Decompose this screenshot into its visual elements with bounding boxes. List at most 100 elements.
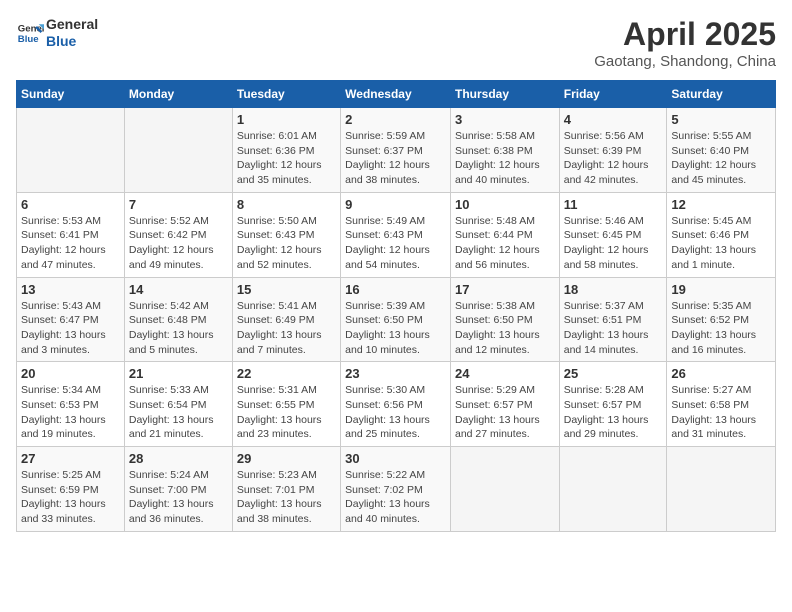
calendar-cell <box>559 447 667 532</box>
day-info: Sunrise: 5:48 AM Sunset: 6:44 PM Dayligh… <box>455 214 555 273</box>
calendar-cell: 4 Sunrise: 5:56 AM Sunset: 6:39 PM Daylig… <box>559 108 667 193</box>
day-info: Sunrise: 5:43 AM Sunset: 6:47 PM Dayligh… <box>21 299 120 358</box>
column-header-tuesday: Tuesday <box>232 81 340 108</box>
svg-text:Blue: Blue <box>18 34 39 45</box>
day-number: 26 <box>671 366 771 381</box>
calendar-cell: 26 Sunrise: 5:27 AM Sunset: 6:58 PM Dayli… <box>667 362 776 447</box>
logo: General Blue General Blue <box>16 16 98 50</box>
calendar-cell: 16Sunrise: 5:39 AM Sunset: 6:50 PM Dayli… <box>341 277 451 362</box>
day-info: Sunrise: 5:27 AM Sunset: 6:58 PM Dayligh… <box>671 383 771 442</box>
day-info: Sunrise: 5:38 AM Sunset: 6:50 PM Dayligh… <box>455 299 555 358</box>
day-info: Sunrise: 5:30 AM Sunset: 6:56 PM Dayligh… <box>345 383 446 442</box>
column-header-sunday: Sunday <box>17 81 125 108</box>
day-info: Sunrise: 5:56 AM Sunset: 6:39 PM Dayligh… <box>564 129 663 188</box>
day-number: 19 <box>671 282 771 297</box>
day-number: 20 <box>21 366 120 381</box>
day-number: 9 <box>345 197 446 212</box>
day-number: 30 <box>345 451 446 466</box>
day-number: 6 <box>21 197 120 212</box>
day-info: Sunrise: 5:33 AM Sunset: 6:54 PM Dayligh… <box>129 383 228 442</box>
column-header-thursday: Thursday <box>450 81 559 108</box>
day-number: 15 <box>237 282 336 297</box>
calendar-cell: 19 Sunrise: 5:35 AM Sunset: 6:52 PM Dayli… <box>667 277 776 362</box>
column-header-wednesday: Wednesday <box>341 81 451 108</box>
calendar-cell: 12Sunrise: 5:45 AM Sunset: 6:46 PM Dayli… <box>667 192 776 277</box>
day-info: Sunrise: 5:31 AM Sunset: 6:55 PM Dayligh… <box>237 383 336 442</box>
day-number: 27 <box>21 451 120 466</box>
calendar-cell <box>124 108 232 193</box>
day-number: 22 <box>237 366 336 381</box>
calendar-cell: 9 Sunrise: 5:49 AM Sunset: 6:43 PM Daylig… <box>341 192 451 277</box>
day-number: 16 <box>345 282 446 297</box>
day-number: 2 <box>345 112 446 127</box>
day-info: Sunrise: 5:53 AM Sunset: 6:41 PM Dayligh… <box>21 214 120 273</box>
day-info: Sunrise: 5:29 AM Sunset: 6:57 PM Dayligh… <box>455 383 555 442</box>
column-header-friday: Friday <box>559 81 667 108</box>
calendar-cell: 29 Sunrise: 5:23 AM Sunset: 7:01 PM Dayli… <box>232 447 340 532</box>
calendar-cell: 10Sunrise: 5:48 AM Sunset: 6:44 PM Dayli… <box>450 192 559 277</box>
day-number: 13 <box>21 282 120 297</box>
calendar-cell <box>17 108 125 193</box>
day-number: 8 <box>237 197 336 212</box>
day-info: Sunrise: 5:46 AM Sunset: 6:45 PM Dayligh… <box>564 214 663 273</box>
day-number: 29 <box>237 451 336 466</box>
day-info: Sunrise: 5:49 AM Sunset: 6:43 PM Dayligh… <box>345 214 446 273</box>
day-info: Sunrise: 5:22 AM Sunset: 7:02 PM Dayligh… <box>345 468 446 527</box>
day-number: 21 <box>129 366 228 381</box>
day-info: Sunrise: 5:35 AM Sunset: 6:52 PM Dayligh… <box>671 299 771 358</box>
calendar-week-4: 20 Sunrise: 5:34 AM Sunset: 6:53 PM Dayli… <box>17 362 776 447</box>
day-number: 14 <box>129 282 228 297</box>
day-number: 17 <box>455 282 555 297</box>
calendar-cell: 3 Sunrise: 5:58 AM Sunset: 6:38 PM Daylig… <box>450 108 559 193</box>
calendar-cell: 8 Sunrise: 5:50 AM Sunset: 6:43 PM Daylig… <box>232 192 340 277</box>
day-info: Sunrise: 5:45 AM Sunset: 6:46 PM Dayligh… <box>671 214 771 273</box>
calendar-cell: 20 Sunrise: 5:34 AM Sunset: 6:53 PM Dayli… <box>17 362 125 447</box>
calendar-cell <box>667 447 776 532</box>
calendar-cell: 25Sunrise: 5:28 AM Sunset: 6:57 PM Dayli… <box>559 362 667 447</box>
column-header-monday: Monday <box>124 81 232 108</box>
logo-line1: General <box>46 16 98 33</box>
logo-icon: General Blue <box>16 19 44 47</box>
day-info: Sunrise: 5:25 AM Sunset: 6:59 PM Dayligh… <box>21 468 120 527</box>
calendar-cell: 1 Sunrise: 6:01 AM Sunset: 6:36 PM Daylig… <box>232 108 340 193</box>
calendar-week-2: 6 Sunrise: 5:53 AM Sunset: 6:41 PM Daylig… <box>17 192 776 277</box>
calendar-header-row: SundayMondayTuesdayWednesdayThursdayFrid… <box>17 81 776 108</box>
calendar-cell: 14 Sunrise: 5:42 AM Sunset: 6:48 PM Dayli… <box>124 277 232 362</box>
calendar-cell: 13 Sunrise: 5:43 AM Sunset: 6:47 PM Dayli… <box>17 277 125 362</box>
day-info: Sunrise: 6:01 AM Sunset: 6:36 PM Dayligh… <box>237 129 336 188</box>
day-number: 24 <box>455 366 555 381</box>
day-info: Sunrise: 5:37 AM Sunset: 6:51 PM Dayligh… <box>564 299 663 358</box>
day-info: Sunrise: 5:41 AM Sunset: 6:49 PM Dayligh… <box>237 299 336 358</box>
day-number: 23 <box>345 366 446 381</box>
day-number: 4 <box>564 112 663 127</box>
calendar-cell: 27 Sunrise: 5:25 AM Sunset: 6:59 PM Dayli… <box>17 447 125 532</box>
calendar-cell: 2 Sunrise: 5:59 AM Sunset: 6:37 PM Daylig… <box>341 108 451 193</box>
calendar-cell: 7Sunrise: 5:52 AM Sunset: 6:42 PM Daylig… <box>124 192 232 277</box>
calendar-cell: 23 Sunrise: 5:30 AM Sunset: 6:56 PM Dayli… <box>341 362 451 447</box>
day-info: Sunrise: 5:42 AM Sunset: 6:48 PM Dayligh… <box>129 299 228 358</box>
calendar-cell: 30 Sunrise: 5:22 AM Sunset: 7:02 PM Dayli… <box>341 447 451 532</box>
calendar-cell: 6 Sunrise: 5:53 AM Sunset: 6:41 PM Daylig… <box>17 192 125 277</box>
calendar-cell: 15 Sunrise: 5:41 AM Sunset: 6:49 PM Dayli… <box>232 277 340 362</box>
calendar-week-5: 27 Sunrise: 5:25 AM Sunset: 6:59 PM Dayli… <box>17 447 776 532</box>
calendar-cell: 18Sunrise: 5:37 AM Sunset: 6:51 PM Dayli… <box>559 277 667 362</box>
page-header: General Blue General Blue April 2025 Gao… <box>16 16 776 70</box>
calendar-cell: 5Sunrise: 5:55 AM Sunset: 6:40 PM Daylig… <box>667 108 776 193</box>
day-number: 3 <box>455 112 555 127</box>
day-info: Sunrise: 5:24 AM Sunset: 7:00 PM Dayligh… <box>129 468 228 527</box>
day-info: Sunrise: 5:50 AM Sunset: 6:43 PM Dayligh… <box>237 214 336 273</box>
day-info: Sunrise: 5:52 AM Sunset: 6:42 PM Dayligh… <box>129 214 228 273</box>
day-info: Sunrise: 5:34 AM Sunset: 6:53 PM Dayligh… <box>21 383 120 442</box>
calendar-cell: 22 Sunrise: 5:31 AM Sunset: 6:55 PM Dayli… <box>232 362 340 447</box>
day-number: 28 <box>129 451 228 466</box>
column-header-saturday: Saturday <box>667 81 776 108</box>
calendar-cell: 11 Sunrise: 5:46 AM Sunset: 6:45 PM Dayli… <box>559 192 667 277</box>
day-number: 11 <box>564 197 663 212</box>
calendar-cell: 21 Sunrise: 5:33 AM Sunset: 6:54 PM Dayli… <box>124 362 232 447</box>
month-title: April 2025 <box>594 16 776 53</box>
day-info: Sunrise: 5:59 AM Sunset: 6:37 PM Dayligh… <box>345 129 446 188</box>
day-info: Sunrise: 5:28 AM Sunset: 6:57 PM Dayligh… <box>564 383 663 442</box>
day-info: Sunrise: 5:58 AM Sunset: 6:38 PM Dayligh… <box>455 129 555 188</box>
day-number: 1 <box>237 112 336 127</box>
day-info: Sunrise: 5:23 AM Sunset: 7:01 PM Dayligh… <box>237 468 336 527</box>
